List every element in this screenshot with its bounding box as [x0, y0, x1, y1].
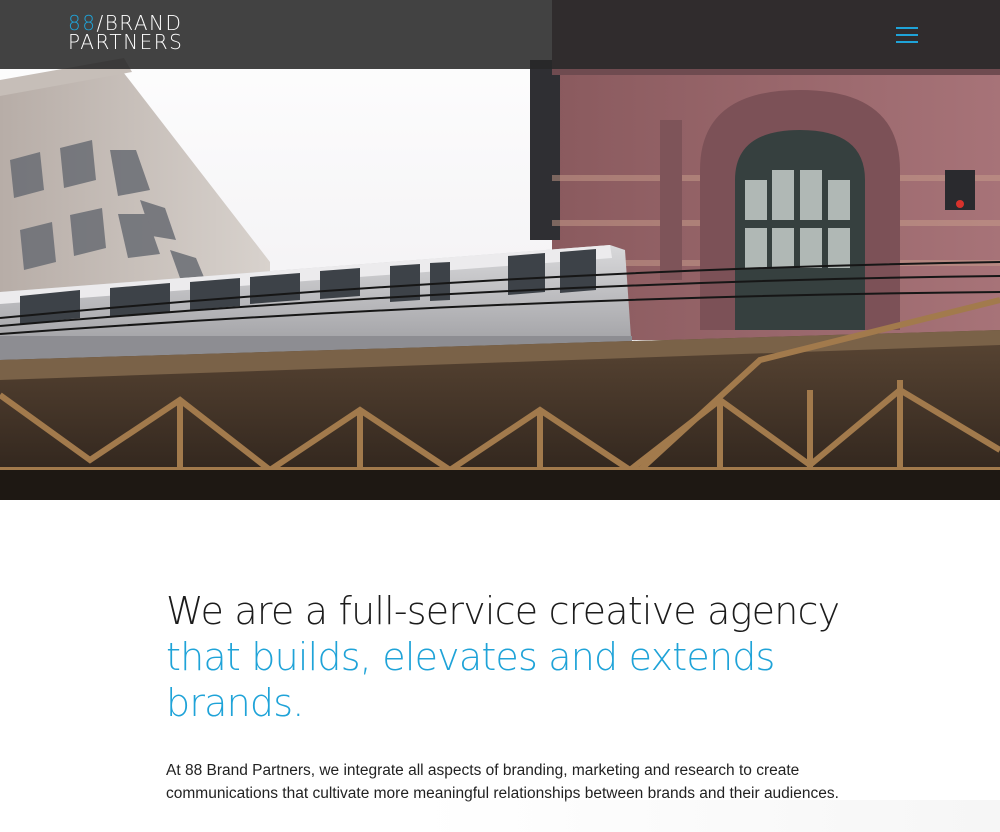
- intro-paragraph: At 88 Brand Partners, we integrate all a…: [166, 762, 839, 802]
- headline-line-2: that builds, elevates and extends: [166, 635, 775, 679]
- menu-bar-bottom: [896, 41, 918, 43]
- page-headline: We are a full-service creative agency th…: [166, 588, 866, 726]
- menu-bar-top: [896, 27, 918, 29]
- brand-logo[interactable]: 88/BRAND PARTNERS: [68, 13, 208, 56]
- headline-line-1: We are a full-service creative agency: [166, 589, 840, 633]
- logo-line-2: PARTNERS: [68, 30, 184, 54]
- hamburger-menu-icon[interactable]: [896, 24, 920, 44]
- hero-image: [0, 0, 1000, 500]
- headline-line-3: brands.: [166, 681, 304, 725]
- elevated-train-photo: [0, 0, 1000, 500]
- site-header: 88/BRAND PARTNERS: [0, 0, 1000, 69]
- menu-bar-middle: [896, 34, 918, 36]
